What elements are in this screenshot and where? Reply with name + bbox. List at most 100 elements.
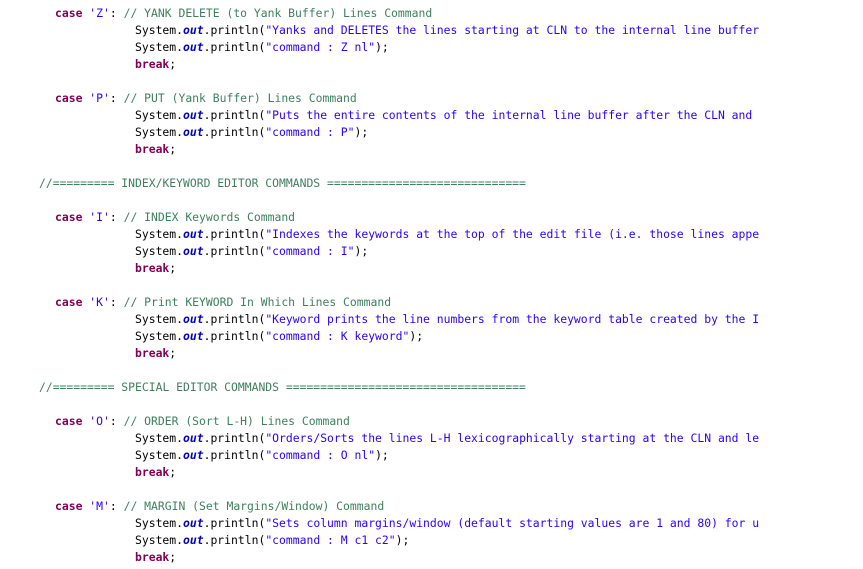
string-literal: "Sets column margins/window (default sta… — [265, 516, 760, 530]
break-line[interactable]: break; — [135, 345, 176, 362]
colon: : — [109, 210, 124, 224]
system-class: System — [135, 448, 177, 462]
semicolon: ; — [169, 57, 177, 71]
code-editor[interactable]: case 'Z': // YANK DELETE (to Yank Buffer… — [0, 0, 863, 569]
dot: . — [176, 227, 184, 241]
string-literal: "command : I" — [265, 244, 355, 258]
system-class: System — [135, 227, 177, 241]
break-line[interactable]: break; — [135, 549, 176, 566]
system-class: System — [135, 125, 177, 139]
println-method: println — [210, 227, 259, 241]
case-comment: // ORDER (Sort L-H) Lines Command — [123, 414, 350, 428]
case-line[interactable]: case 'O': // ORDER (Sort L-H) Lines Comm… — [55, 413, 350, 430]
system-class: System — [135, 312, 177, 326]
break-line[interactable]: break; — [135, 260, 176, 277]
println-command-line[interactable]: System.out.println("command : Z nl"); — [135, 39, 389, 56]
case-keyword: case — [55, 414, 83, 428]
case-line[interactable]: case 'K': // Print KEYWORD In Which Line… — [55, 294, 391, 311]
out-field: out — [183, 431, 204, 445]
dot: . — [176, 108, 184, 122]
out-field: out — [183, 533, 204, 547]
string-literal: "Orders/Sorts the lines L-H lexicographi… — [265, 431, 760, 445]
case-char-literal: 'K' — [89, 295, 110, 309]
colon: : — [109, 295, 124, 309]
system-class: System — [135, 533, 177, 547]
break-keyword: break — [135, 261, 170, 275]
break-line[interactable]: break; — [135, 56, 176, 73]
string-literal: "command : P" — [265, 125, 355, 139]
out-field: out — [183, 227, 204, 241]
dot: . — [176, 329, 184, 343]
println-command-line[interactable]: System.out.println("command : M c1 c2"); — [135, 532, 409, 549]
println-command-line[interactable]: System.out.println("command : O nl"); — [135, 447, 389, 464]
section-comment-text: //========= SPECIAL EDITOR COMMANDS ====… — [39, 380, 526, 394]
paren-close: ); — [375, 40, 389, 54]
case-char-literal: 'Z' — [89, 6, 110, 20]
println-description-line[interactable]: System.out.println("Indexes the keywords… — [135, 226, 759, 243]
println-command-line[interactable]: System.out.println("command : P"); — [135, 124, 368, 141]
println-description-line[interactable]: System.out.println("Puts the entire cont… — [135, 107, 752, 124]
semicolon: ; — [169, 346, 177, 360]
println-method: println — [210, 448, 259, 462]
break-keyword: break — [135, 57, 170, 71]
semicolon: ; — [169, 142, 177, 156]
println-description-line[interactable]: System.out.println("Sets column margins/… — [135, 515, 759, 532]
out-field: out — [183, 448, 204, 462]
section-divider-comment[interactable]: //========= INDEX/KEYWORD EDITOR COMMAND… — [39, 175, 526, 192]
dot: . — [176, 448, 184, 462]
break-keyword: break — [135, 142, 170, 156]
case-keyword: case — [55, 499, 83, 513]
case-keyword: case — [55, 295, 83, 309]
out-field: out — [183, 329, 204, 343]
semicolon: ; — [169, 465, 177, 479]
system-class: System — [135, 516, 177, 530]
case-comment: // PUT (Yank Buffer) Lines Command — [123, 91, 357, 105]
println-command-line[interactable]: System.out.println("command : I"); — [135, 243, 368, 260]
dot: . — [176, 533, 184, 547]
case-char-literal: 'P' — [89, 91, 110, 105]
string-literal: "Puts the entire contents of the interna… — [265, 108, 753, 122]
system-class: System — [135, 431, 177, 445]
string-literal: "Yanks and DELETES the lines starting at… — [265, 23, 760, 37]
println-method: println — [210, 516, 259, 530]
dot: . — [176, 516, 184, 530]
out-field: out — [183, 312, 204, 326]
string-literal: "command : O nl" — [265, 448, 376, 462]
println-method: println — [210, 312, 259, 326]
paren-close: ); — [409, 329, 424, 343]
case-keyword: case — [55, 91, 83, 105]
break-keyword: break — [135, 346, 170, 360]
println-description-line[interactable]: System.out.println("Yanks and DELETES th… — [135, 22, 759, 39]
case-char-literal: 'I' — [89, 210, 110, 224]
break-line[interactable]: break; — [135, 464, 176, 481]
string-literal: "command : K keyword" — [265, 329, 410, 343]
case-comment: // YANK DELETE (to Yank Buffer) Lines Co… — [123, 6, 433, 20]
break-line[interactable]: break; — [135, 141, 176, 158]
string-literal: "command : M c1 c2" — [265, 533, 396, 547]
system-class: System — [135, 108, 177, 122]
section-divider-comment[interactable]: //========= SPECIAL EDITOR COMMANDS ====… — [39, 379, 526, 396]
case-char-literal: 'O' — [89, 414, 110, 428]
out-field: out — [183, 125, 204, 139]
println-description-line[interactable]: System.out.println("Orders/Sorts the lin… — [135, 430, 759, 447]
string-literal: "Keyword prints the line numbers from th… — [265, 312, 760, 326]
break-keyword: break — [135, 465, 170, 479]
dot: . — [176, 125, 184, 139]
out-field: out — [183, 108, 204, 122]
dot: . — [176, 244, 184, 258]
colon: : — [109, 6, 124, 20]
semicolon: ; — [169, 550, 177, 564]
case-keyword: case — [55, 6, 83, 20]
dot: . — [176, 312, 184, 326]
println-method: println — [210, 431, 259, 445]
string-literal: "Indexes the keywords at the top of the … — [265, 227, 760, 241]
println-method: println — [210, 244, 259, 258]
case-line[interactable]: case 'M': // MARGIN (Set Margins/Window)… — [55, 498, 384, 515]
out-field: out — [183, 40, 204, 54]
println-command-line[interactable]: System.out.println("command : K keyword"… — [135, 328, 423, 345]
case-line[interactable]: case 'Z': // YANK DELETE (to Yank Buffer… — [55, 5, 432, 22]
paren-close: ); — [375, 448, 389, 462]
println-description-line[interactable]: System.out.println("Keyword prints the l… — [135, 311, 759, 328]
case-line[interactable]: case 'I': // INDEX Keywords Command — [55, 209, 295, 226]
case-line[interactable]: case 'P': // PUT (Yank Buffer) Lines Com… — [55, 90, 357, 107]
